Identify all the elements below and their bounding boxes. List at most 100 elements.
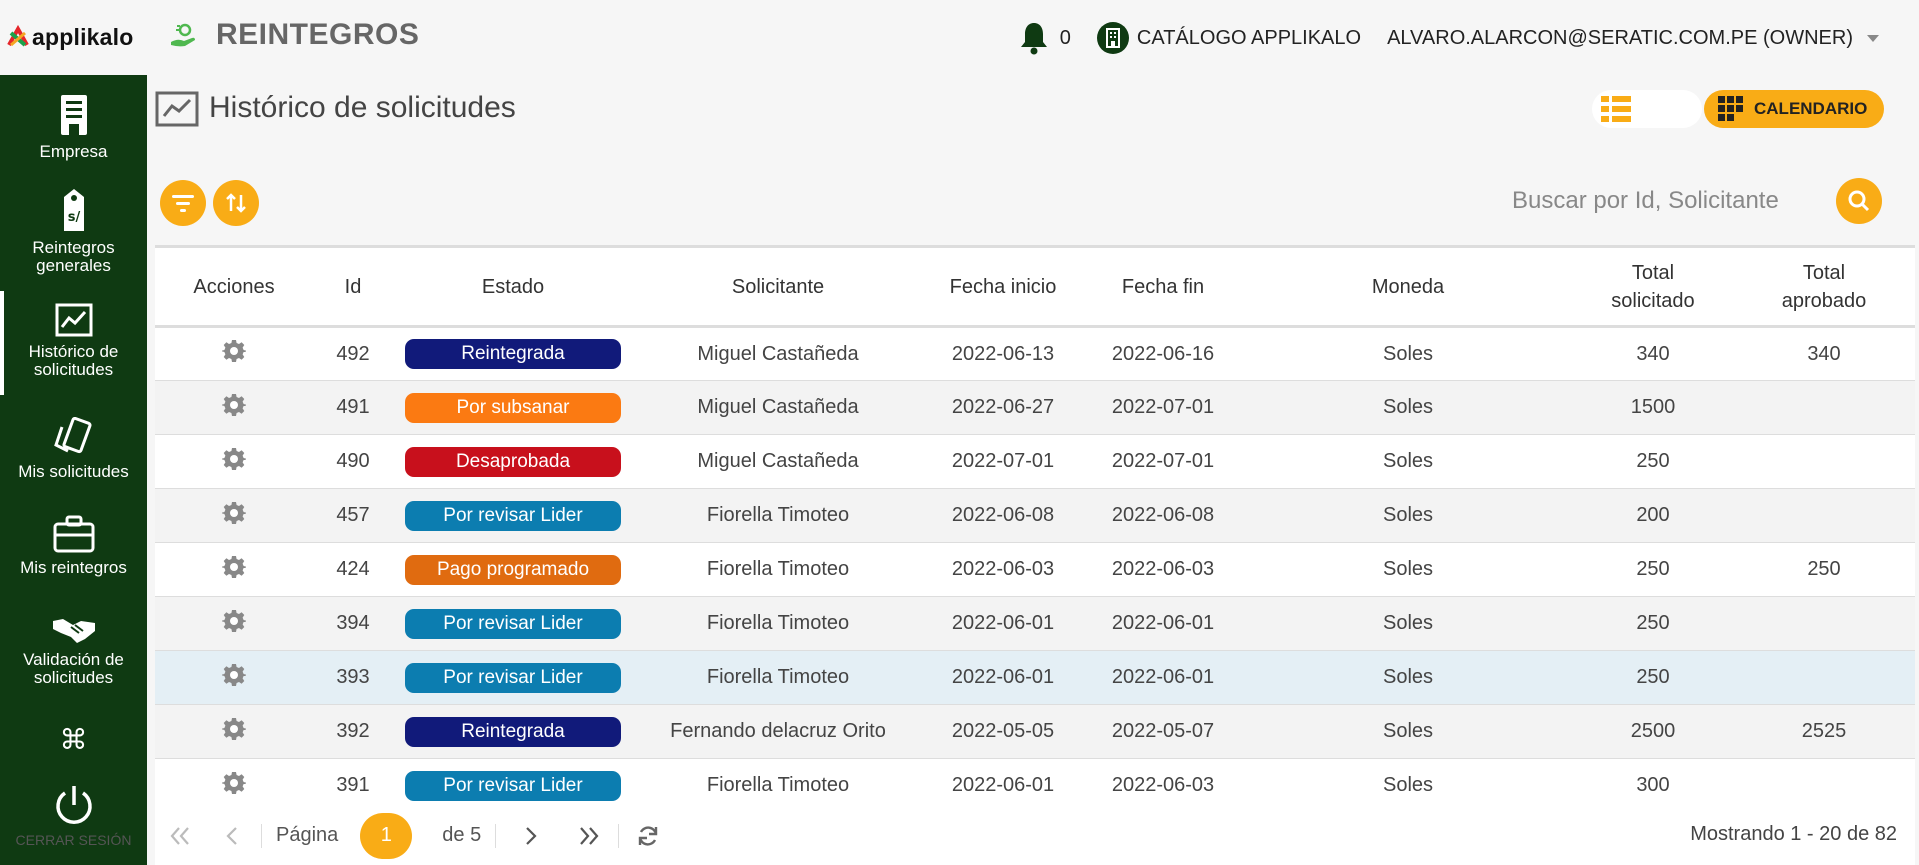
- chevron-down-icon: [1867, 34, 1879, 42]
- table-row[interactable]: 392 Reintegrada Fernando delacruz Orito 202…: [155, 704, 1915, 759]
- calendar-view-button[interactable]: CALENDARIO: [1704, 90, 1884, 128]
- user-menu[interactable]: ALVARO.ALARCON@SERATIC.COM.PE (OWNER): [1387, 27, 1879, 50]
- sidebar-item-label: Mis solicitudes: [18, 462, 129, 481]
- cell-fecha-fin: 2022-06-16: [1111, 342, 1215, 365]
- sidebar-item-label: Histórico de: [28, 342, 119, 361]
- cell-fecha-fin: 2022-05-07: [1111, 720, 1215, 742]
- col-solicitante[interactable]: Solicitante: [633, 247, 923, 327]
- table-row[interactable]: 457 Por revisar Lider Fiorella Timoteo 2022…: [155, 488, 1915, 543]
- cell-fecha-fin: 2022-06-01: [1111, 612, 1215, 634]
- logout-button[interactable]: CERRAR SESIÓN: [0, 783, 147, 849]
- sidebar-item-validacion[interactable]: Validación de solicitudes: [0, 613, 147, 687]
- cell-total-aprobado: [1733, 489, 1915, 543]
- status-badge: Reintegrada: [405, 339, 621, 369]
- table-body: 492 Reintegrada Miguel Castañeda 2022-06-13…: [155, 326, 1915, 813]
- calendar-label: CALENDARIO: [1754, 99, 1868, 118]
- cell-estado: Reintegrada: [393, 705, 633, 759]
- app-logo[interactable]: applikalo: [6, 22, 134, 52]
- bell-icon: [1020, 23, 1047, 55]
- view-toggle: CALENDARIO: [1592, 90, 1884, 128]
- col-total-aprobado[interactable]: Total aprobado: [1733, 247, 1915, 327]
- cell-total-solicitado: 2500: [1630, 720, 1676, 742]
- notifications-button[interactable]: 0: [1018, 21, 1071, 55]
- status-badge: Por revisar Lider: [405, 500, 621, 531]
- gear-icon[interactable]: [222, 339, 246, 369]
- table-row[interactable]: 394 Por revisar Lider Fiorella Timoteo 2022…: [155, 596, 1915, 651]
- logo-mark-icon: [7, 25, 29, 47]
- catalog-label: CATÁLOGO APPLIKALO: [1136, 26, 1362, 49]
- col-fecha-fin[interactable]: Fecha fin: [1083, 247, 1243, 327]
- table-row[interactable]: 393 Por revisar Lider Fiorella Timoteo 2022…: [155, 650, 1915, 705]
- table-header: Acciones Id Estado Solicitante Fecha ini…: [155, 246, 1915, 327]
- prev-page-button[interactable]: [217, 821, 247, 851]
- table-row[interactable]: 492 Reintegrada Miguel Castañeda 2022-06-13…: [155, 326, 1915, 381]
- next-page-button[interactable]: [516, 821, 546, 851]
- page-total-label: de 5: [442, 824, 482, 846]
- gear-icon[interactable]: [222, 393, 246, 423]
- sidebar-item-empresa[interactable]: Empresa: [0, 93, 147, 161]
- sidebar-item-mis-solicitudes[interactable]: Mis solicitudes: [0, 417, 147, 481]
- cell-id: 457: [336, 504, 370, 526]
- row-actions: [155, 597, 313, 651]
- showing-count: Mostrando 1 - 20 de 82: [1690, 823, 1897, 845]
- price-tag-icon: s/: [63, 189, 84, 231]
- gear-icon[interactable]: [222, 609, 246, 639]
- gear-icon[interactable]: [222, 663, 246, 693]
- cell-solicitante: Miguel Castañeda: [697, 396, 859, 418]
- gear-icon[interactable]: [222, 447, 246, 477]
- gear-icon[interactable]: [222, 555, 246, 585]
- col-total-solicitado[interactable]: Total solicitado: [1573, 247, 1733, 327]
- cell-solicitante: Fiorella Timoteo: [706, 666, 850, 688]
- list-icon: [1601, 96, 1631, 122]
- page-label: Página: [276, 824, 339, 846]
- status-badge: Reintegrada: [405, 716, 621, 747]
- catalog-link[interactable]: CATÁLOGO APPLIKALO: [1096, 22, 1362, 54]
- col-id[interactable]: Id: [313, 247, 393, 327]
- list-view-button[interactable]: [1592, 90, 1702, 128]
- sidebar-item-command[interactable]: ⌘: [0, 725, 147, 761]
- cell-moneda: Soles: [1382, 666, 1434, 688]
- building-icon: [60, 95, 87, 135]
- col-estado[interactable]: Estado: [393, 247, 633, 327]
- gear-icon[interactable]: [222, 501, 246, 531]
- cell-solicitante: Fiorella Timoteo: [706, 558, 850, 580]
- table-row[interactable]: 490 Desaprobada Miguel Castañeda 2022-07-01…: [155, 434, 1915, 489]
- last-page-button[interactable]: [574, 821, 604, 851]
- cell-moneda: Soles: [1382, 396, 1434, 418]
- col-acciones[interactable]: Acciones: [155, 247, 313, 327]
- gear-icon[interactable]: [222, 717, 246, 747]
- cell-moneda: Soles: [1382, 558, 1434, 580]
- sort-button[interactable]: [213, 180, 259, 226]
- col-moneda[interactable]: Moneda: [1243, 247, 1573, 327]
- first-page-button[interactable]: [165, 821, 195, 851]
- search-input[interactable]: Buscar por Id, Solicitante: [1512, 187, 1779, 215]
- cell-estado: Pago programado: [393, 543, 633, 597]
- table-row[interactable]: 491 Por subsanar Miguel Castañeda 2022-06-2…: [155, 380, 1915, 435]
- sidebar-item-reintegros-generales[interactable]: s/ Reintegros generales: [0, 187, 147, 275]
- sidebar-item-historico[interactable]: Histórico de solicitudes: [0, 291, 147, 395]
- cell-estado: Por revisar Lider: [393, 597, 633, 651]
- chart-icon: [155, 91, 199, 127]
- sidebar-item-mis-reintegros[interactable]: Mis reintegros: [0, 515, 147, 577]
- cell-id: 392: [336, 720, 370, 742]
- cell-total-solicitado: 250: [1636, 612, 1670, 634]
- table-row[interactable]: 424 Pago programado Fiorella Timoteo 2022-0…: [155, 542, 1915, 597]
- cell-fecha-inicio: 2022-06-08: [951, 504, 1055, 526]
- requests-table: Acciones Id Estado Solicitante Fecha ini…: [155, 245, 1915, 813]
- col-fecha-inicio[interactable]: Fecha inicio: [923, 247, 1083, 327]
- svg-text:s/: s/: [67, 210, 80, 225]
- filter-button[interactable]: [160, 180, 206, 226]
- cell-solicitante: Fiorella Timoteo: [706, 774, 850, 796]
- row-actions: [155, 381, 313, 435]
- current-page-input[interactable]: 1: [360, 812, 413, 859]
- cell-fecha-inicio: 2022-06-27: [951, 396, 1055, 418]
- sidebar: Empresa s/ Reintegros generales Históric…: [0, 75, 147, 865]
- table-row[interactable]: 391 Por revisar Lider Fiorella Timoteo 2022…: [155, 758, 1915, 813]
- refresh-button[interactable]: [633, 821, 663, 851]
- power-icon: [55, 786, 92, 824]
- module-header: REINTEGROS: [168, 18, 419, 52]
- pager-divider: [618, 823, 620, 848]
- gear-icon[interactable]: [222, 771, 246, 801]
- refresh-icon: [639, 825, 658, 846]
- search-button[interactable]: [1836, 178, 1882, 224]
